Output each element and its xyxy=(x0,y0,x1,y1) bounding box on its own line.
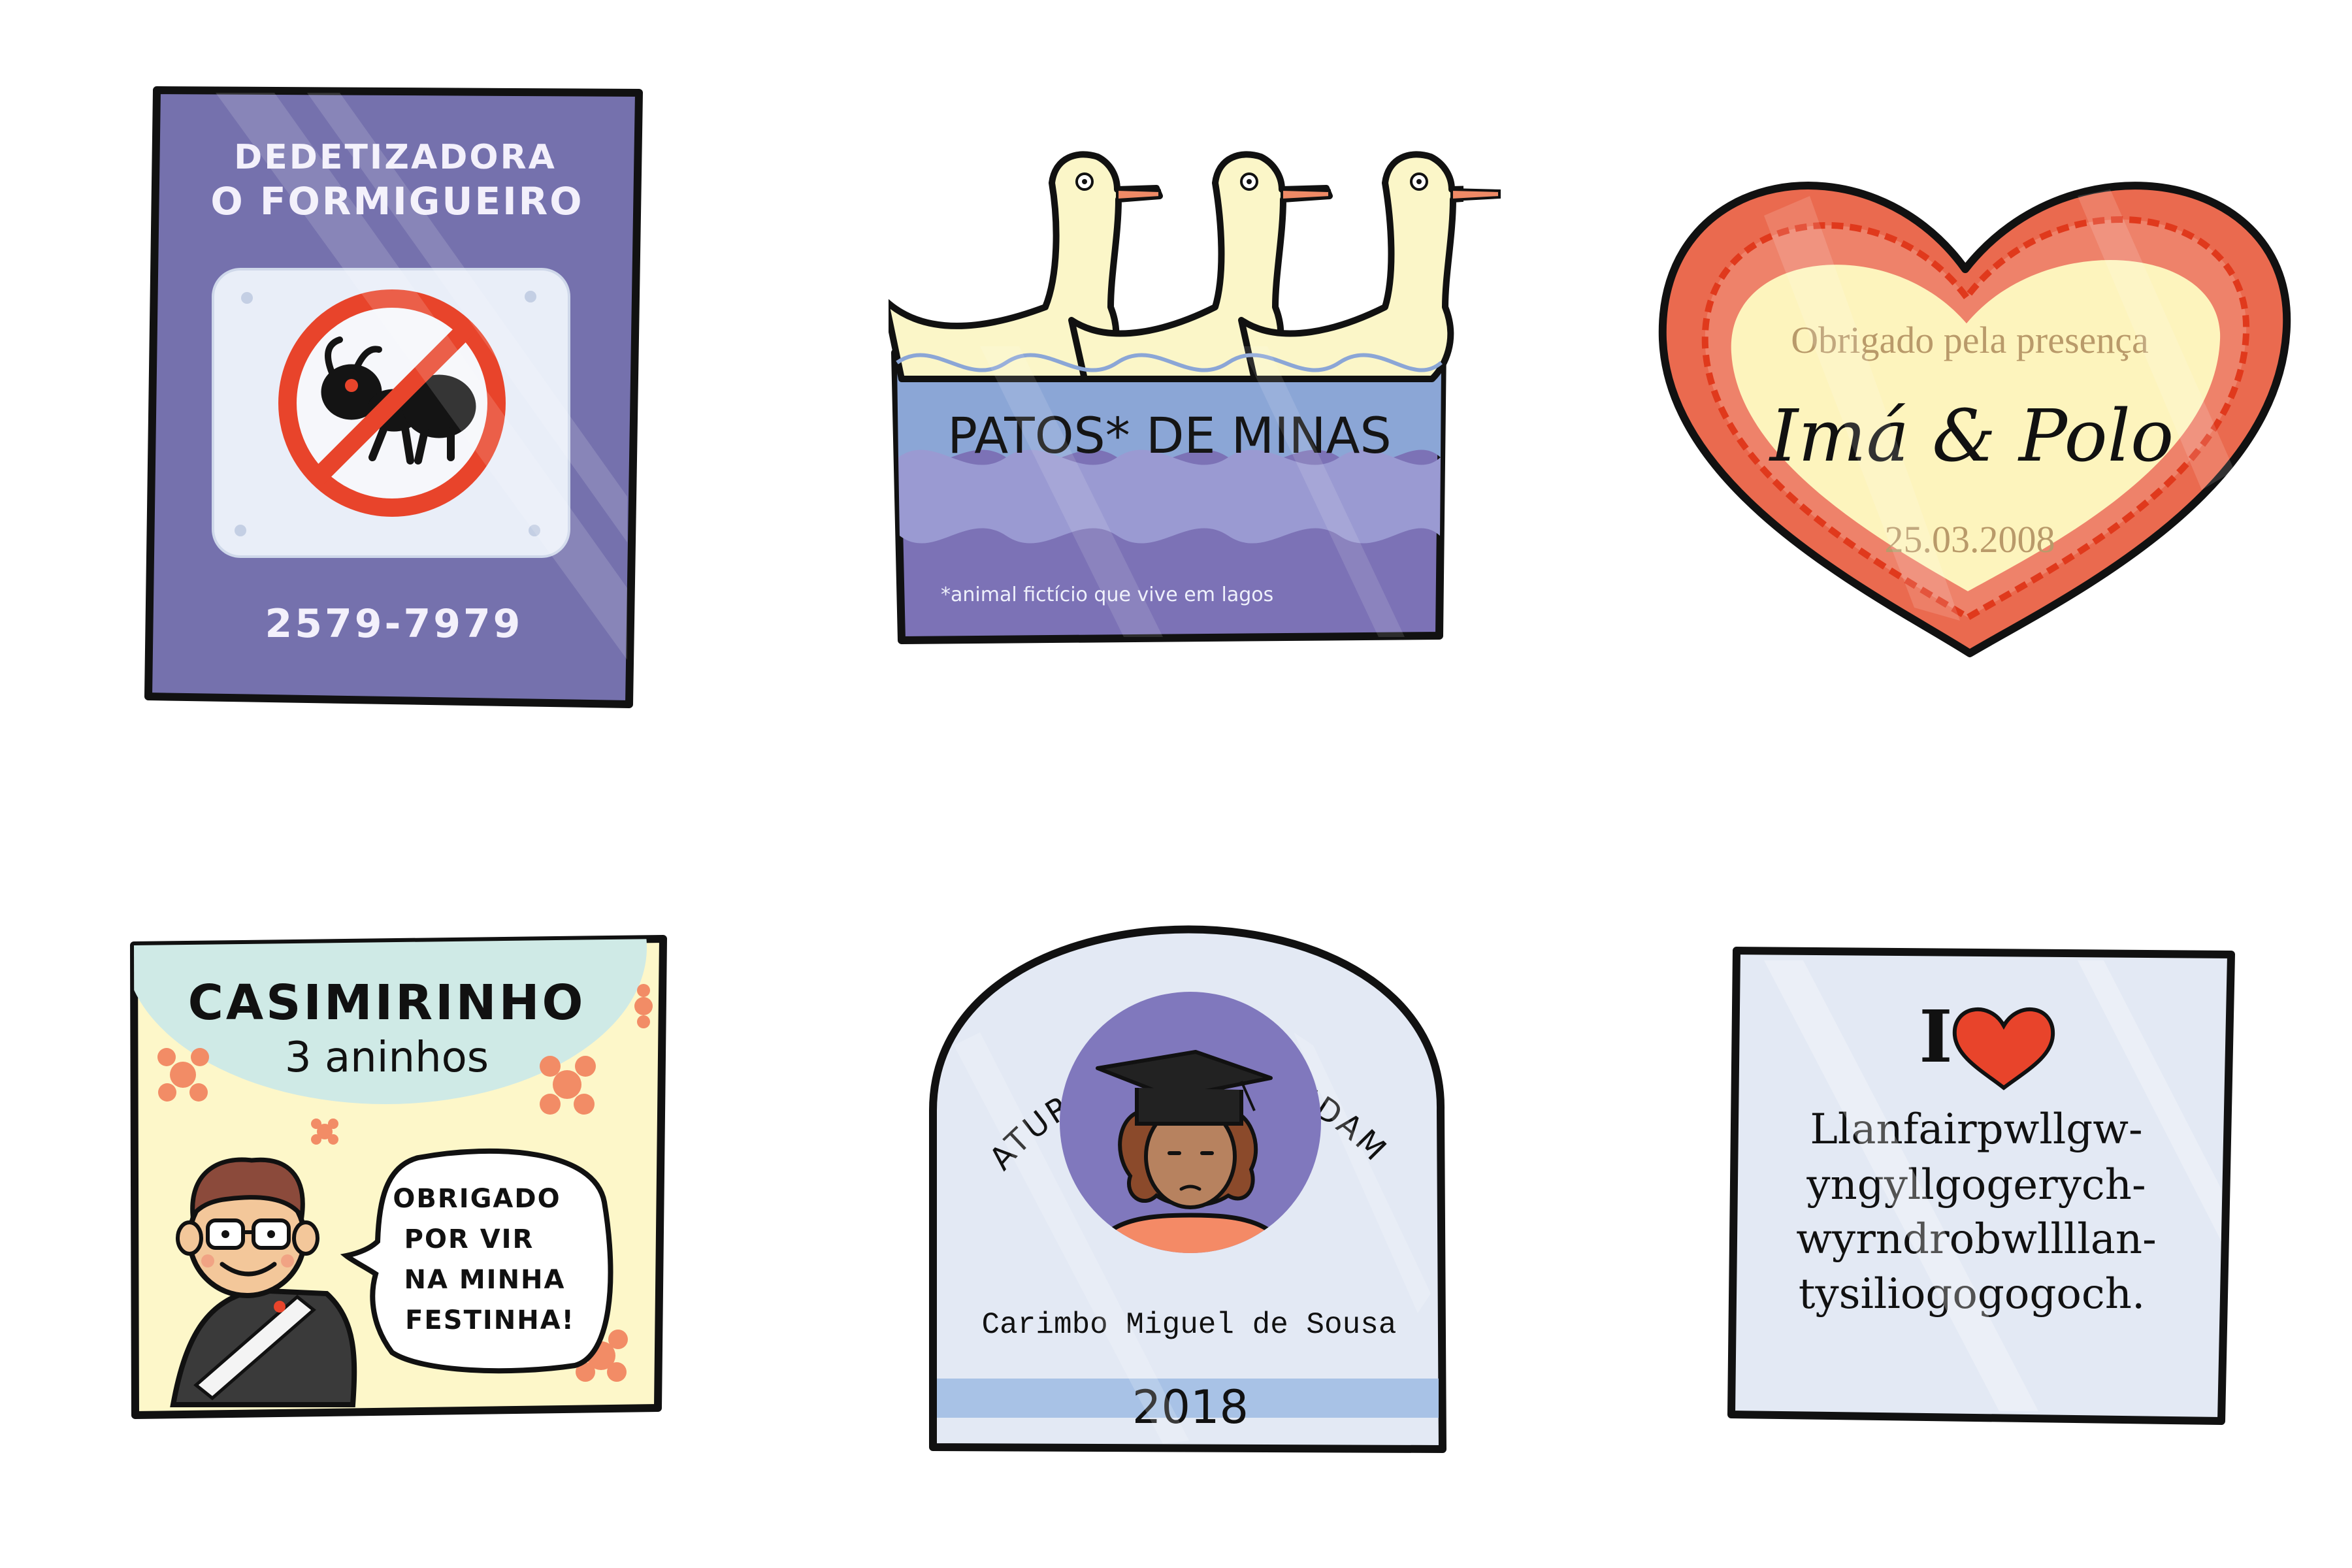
place-prefix: I xyxy=(1919,994,1952,1079)
wedding-heart-sticker: Obrigado pela presença Imá & Polo 25.03.… xyxy=(1658,182,2291,657)
wedding-names: Imá & Polo xyxy=(1769,394,2174,478)
place-line2: yngyllgogerych- xyxy=(1806,1161,2146,1209)
duck-row xyxy=(889,151,1463,382)
sticker-canvas: DEDETIZADORA O FORMIGUEIRO 2579-7979 PAT… xyxy=(0,0,2291,1453)
duck-beak xyxy=(1450,188,1501,202)
birthday-name: CASIMIRINHO xyxy=(188,975,586,1031)
place-line3: wyrndrobwllllan- xyxy=(1796,1215,2156,1264)
birthday-age: 3 aninhos xyxy=(285,1034,489,1082)
pest-control-sticker: DEDETIZADORA O FORMIGUEIRO 2579-7979 xyxy=(144,86,643,708)
speech-line1: OBRIGADO xyxy=(393,1184,561,1214)
flower-icon xyxy=(634,984,653,1028)
ducks-sticker: PATOS* DE MINAS *animal fictício que viv… xyxy=(889,151,1501,644)
graduation-name: Carimbo Miguel de Sousa xyxy=(982,1308,1397,1342)
speech-line4: FESTINHA! xyxy=(405,1305,575,1335)
place-sticker: I Llanfairpwllgw- yngyllgogerych- wyrndr… xyxy=(1727,947,2235,1425)
pest-phone: 2579-7979 xyxy=(265,601,523,647)
speech-line3: NA MINHA xyxy=(404,1265,566,1295)
speech-line2: POR VIR xyxy=(404,1224,534,1254)
birthday-sticker: CASIMIRINHO 3 aninhos OBRIGADO POR VIR N… xyxy=(130,935,667,1419)
